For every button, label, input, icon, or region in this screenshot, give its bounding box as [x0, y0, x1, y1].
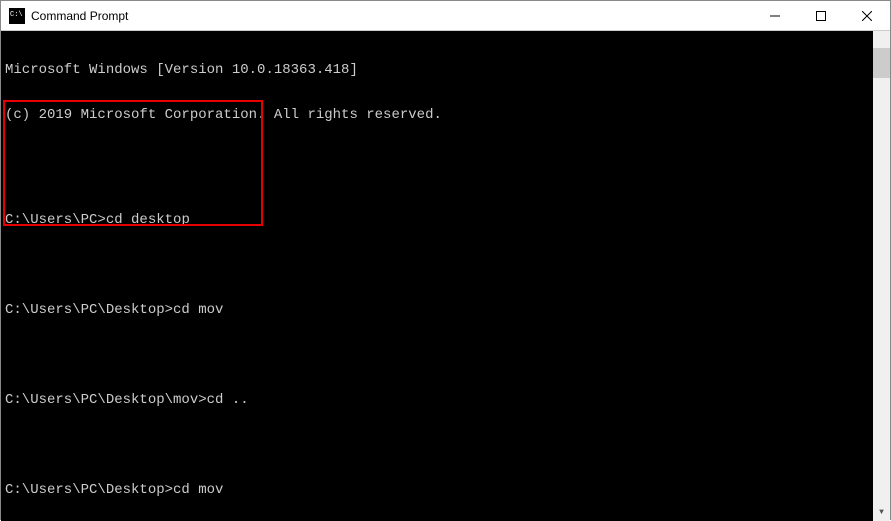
blank-line [5, 258, 873, 273]
prompt: C:\Users\PC\Desktop\mov> [5, 392, 207, 408]
prompt-line: C:\Users\PC>cd desktop [5, 213, 873, 228]
window-controls [752, 1, 890, 30]
prompt-line: C:\Users\PC\Desktop\mov>cd .. [5, 393, 873, 408]
minimize-button[interactable] [752, 1, 798, 30]
blank-line [5, 348, 873, 363]
titlebar: Command Prompt [1, 1, 890, 31]
prompt: C:\Users\PC\Desktop> [5, 302, 173, 318]
header-line: Microsoft Windows [Version 10.0.18363.41… [5, 63, 873, 78]
scrollbar[interactable]: ▲ ▼ [873, 31, 890, 521]
scrollbar-thumb[interactable] [873, 48, 890, 78]
command: cd .. [207, 392, 249, 408]
blank-line [5, 438, 873, 453]
command: cd mov [173, 482, 223, 498]
scroll-down-button[interactable]: ▼ [873, 504, 890, 521]
prompt-line: C:\Users\PC\Desktop>cd mov [5, 303, 873, 318]
header-line: (c) 2019 Microsoft Corporation. All righ… [5, 108, 873, 123]
prompt-line: C:\Users\PC\Desktop>cd mov [5, 483, 873, 498]
window-title: Command Prompt [31, 9, 752, 23]
close-button[interactable] [844, 1, 890, 30]
terminal-area[interactable]: Microsoft Windows [Version 10.0.18363.41… [1, 31, 890, 521]
cmd-icon [9, 8, 25, 24]
prompt: C:\Users\PC> [5, 212, 106, 228]
blank-line [5, 153, 873, 168]
terminal-content: Microsoft Windows [Version 10.0.18363.41… [5, 33, 873, 521]
prompt: C:\Users\PC\Desktop> [5, 482, 173, 498]
command: cd desktop [106, 212, 190, 228]
maximize-button[interactable] [798, 1, 844, 30]
command: cd mov [173, 302, 223, 318]
